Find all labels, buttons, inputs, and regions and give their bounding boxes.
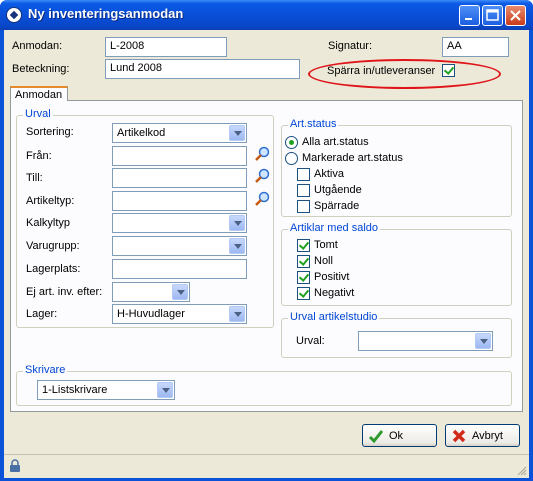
skrivare-value: 1-Listskrivare [42, 384, 108, 396]
urval-studio-title: Urval artikelstudio [288, 311, 380, 323]
saldo-title: Artiklar med saldo [288, 222, 381, 234]
alla-art-status-label: Alla art.status [302, 136, 369, 148]
fran-label: Från: [26, 150, 52, 162]
markerade-art-status-radio[interactable] [285, 152, 298, 165]
avbryt-button[interactable]: Avbryt [445, 424, 520, 447]
kalkyltyp-select[interactable] [112, 213, 247, 233]
skrivare-title: Skrivare [23, 364, 68, 376]
fran-field[interactable] [112, 146, 247, 166]
avbryt-label: Avbryt [472, 430, 503, 442]
ej-art-inv-select[interactable] [112, 282, 190, 302]
anmodan-label: Anmodan: [12, 40, 63, 52]
lock-icon [10, 459, 20, 472]
art-status-title: Art.status [288, 118, 339, 130]
noll-label: Noll [314, 255, 333, 267]
sparrade-label: Spärrade [314, 200, 360, 212]
chevron-down-icon[interactable] [475, 333, 491, 349]
alla-art-status-radio[interactable] [285, 136, 298, 149]
artikeltyp-field[interactable] [112, 191, 247, 211]
check-icon [368, 430, 384, 444]
negativt-label: Negativt [314, 287, 355, 299]
chevron-down-icon[interactable] [229, 238, 245, 254]
maximize-icon[interactable] [482, 5, 503, 26]
beteckning-label: Beteckning: [12, 63, 70, 75]
sparra-label: Spärra in/utleveranser [327, 65, 436, 77]
chevron-down-icon[interactable] [229, 125, 245, 141]
sparra-checkbox[interactable] [442, 64, 455, 77]
lagerplats-label: Lagerplats: [26, 263, 81, 275]
lager-select[interactable]: H-Huvudlager [112, 304, 247, 324]
ok-button[interactable]: Ok [362, 424, 437, 447]
beteckning-field[interactable]: Lund 2008 [105, 59, 300, 79]
chevron-down-icon[interactable] [229, 306, 245, 322]
sortering-select[interactable]: Artikelkod [112, 123, 247, 143]
markerade-art-status-label: Markerade art.status [302, 152, 403, 164]
anmodan-field[interactable]: L-2008 [105, 37, 227, 57]
varugrupp-label: Varugrupp: [26, 240, 80, 252]
lager-value: H-Huvudlager [117, 308, 185, 320]
search-icon[interactable] [254, 146, 270, 162]
signatur-field[interactable]: AA [442, 37, 509, 57]
aktiva-label: Aktiva [314, 168, 344, 180]
close-icon[interactable] [505, 5, 526, 26]
window-title: Ny inventeringsanmodan [28, 6, 184, 21]
utgaende-label: Utgående [314, 184, 362, 196]
ej-art-inv-label: Ej art. inv. efter: [26, 286, 103, 298]
resize-grip-icon[interactable] [515, 464, 527, 476]
till-field[interactable] [112, 168, 247, 188]
positivt-checkbox[interactable] [297, 271, 310, 284]
urval-title: Urval [23, 108, 53, 120]
sortering-value: Artikelkod [117, 127, 166, 139]
urval-studio-label: Urval: [296, 335, 325, 347]
ok-label: Ok [389, 430, 404, 442]
till-label: Till: [26, 172, 43, 184]
minimize-icon[interactable] [459, 5, 480, 26]
positivt-label: Positivt [314, 271, 350, 283]
tab-anmodan[interactable]: Anmodan [10, 86, 68, 101]
sparrade-checkbox[interactable] [297, 200, 310, 213]
window: Ny inventeringsanmodan Anmodan: L-2008 S… [0, 0, 533, 481]
title-bar[interactable]: Ny inventeringsanmodan [0, 0, 533, 30]
skrivare-select[interactable]: 1-Listskrivare [37, 380, 175, 400]
utgaende-checkbox[interactable] [297, 184, 310, 197]
cancel-icon [452, 429, 466, 443]
dialog-body: Anmodan: L-2008 Signatur: AA Beteckning:… [4, 30, 529, 477]
sortering-label: Sortering: [26, 126, 74, 138]
kalkyltyp-label: Kalkyltyp [26, 217, 71, 229]
tomt-label: Tomt [314, 239, 338, 251]
lager-label: Lager: [26, 308, 58, 320]
chevron-down-icon[interactable] [157, 382, 173, 398]
chevron-down-icon[interactable] [172, 284, 188, 300]
urval-studio-select[interactable] [358, 331, 493, 351]
varugrupp-select[interactable] [112, 236, 247, 256]
negativt-checkbox[interactable] [297, 287, 310, 300]
aktiva-checkbox[interactable] [297, 168, 310, 181]
chevron-down-icon[interactable] [229, 215, 245, 231]
tomt-checkbox[interactable] [297, 239, 310, 252]
lagerplats-field[interactable] [112, 259, 247, 279]
app-icon [6, 7, 22, 23]
signatur-label: Signatur: [328, 40, 373, 52]
artikeltyp-label: Artikeltyp: [26, 195, 75, 207]
search-icon[interactable] [254, 191, 270, 207]
search-icon[interactable] [254, 168, 270, 184]
status-bar [4, 454, 529, 478]
noll-checkbox[interactable] [297, 255, 310, 268]
